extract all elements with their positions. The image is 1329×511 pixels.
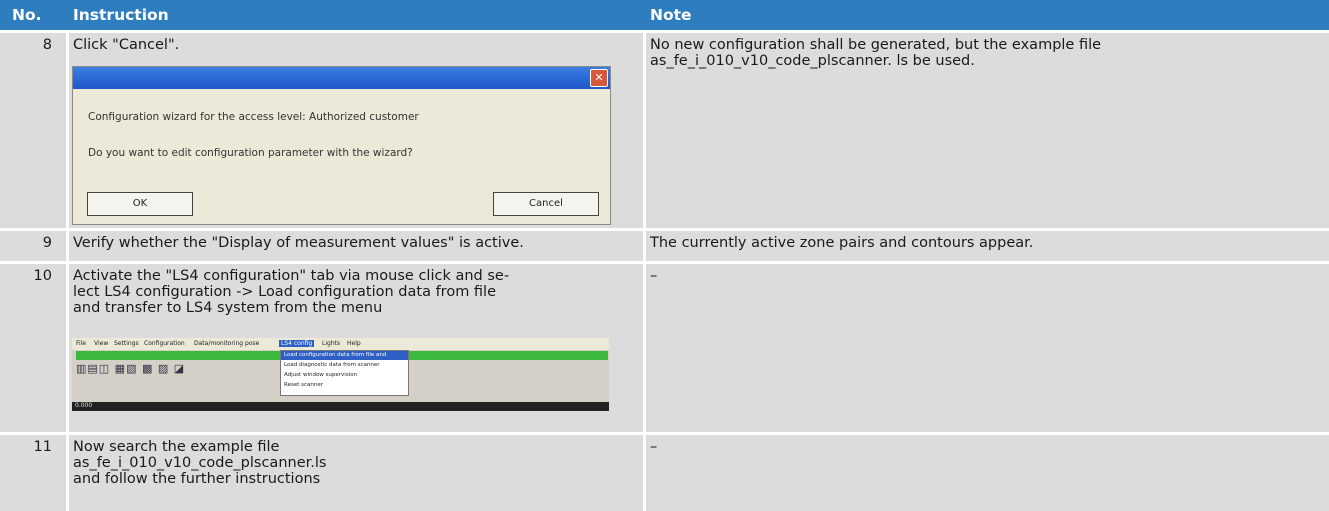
ok-button[interactable]: OK [87,192,193,216]
dropdown-item-reset-scanner[interactable]: Reset scanner [284,381,323,390]
instruction-text: Activate the "LS4 configuration" tab via… [73,268,510,316]
header-instruction: Instruction [73,6,169,24]
table-row: 8 Click "Cancel". ✕ Configuration wizard… [0,33,1329,228]
instruction-text: Click "Cancel". [73,37,180,53]
menu-screenshot: File View Settings Configuration Data/mo… [72,338,609,411]
note-text: – [650,439,658,455]
bottom-status-bar: 0.000 [72,402,609,411]
menu-item-ls4-config[interactable]: LS4 config [279,340,315,347]
header-no: No. [12,6,42,24]
note-text: The currently active zone pairs and cont… [650,235,1034,251]
status-value: 0.000 [75,402,93,409]
dropdown-item-load-diagnostic[interactable]: Load diagnostic data from scanner [284,361,380,370]
row-number: 11 [33,439,52,455]
dialog-message-1: Configuration wizard for the access leve… [88,111,419,123]
toolbar-icons: ▥▤◫ ▦▧ ▩ ▨ ◪ [76,362,186,375]
row-number: 8 [42,37,52,53]
dropdown-item-load-config[interactable]: Load configuration data from file and tr… [281,351,408,367]
menu-item-data-monitoring[interactable]: Data/monitoring pose [194,340,259,347]
menu-item-settings[interactable]: Settings [114,340,139,347]
menu-item-configuration[interactable]: Configuration [144,340,185,347]
table-row: 10 Activate the "LS4 configuration" tab … [0,264,1329,432]
menu-item-view[interactable]: View [94,340,108,347]
row-number: 9 [42,235,52,251]
row-number: 10 [33,268,52,284]
menu-bar: File View Settings Configuration Data/mo… [72,338,609,350]
instruction-text: Verify whether the "Display of measureme… [73,235,524,251]
table-header: No. Instruction Note [0,0,1329,30]
table-row: 11 Now search the example file as_fe_i_0… [0,435,1329,511]
green-status-bar [408,351,608,360]
table-row: 9 Verify whether the "Display of measure… [0,231,1329,261]
note-text: – [650,268,658,284]
dialog-screenshot: ✕ Configuration wizard for the access le… [72,66,611,225]
note-text: No new configuration shall be generated,… [650,37,1102,69]
instruction-text: Now search the example file as_fe_i_010_… [73,439,327,487]
menu-item-help[interactable]: Help [347,340,361,347]
cancel-button[interactable]: Cancel [493,192,599,216]
menu-item-file[interactable]: File [76,340,86,347]
menu-item-lights[interactable]: Lights [322,340,340,347]
dialog-titlebar: ✕ [73,67,610,89]
dropdown-item-window-supervision[interactable]: Adjust window supervision [284,371,357,380]
dialog-message-2: Do you want to edit configuration parame… [88,147,413,159]
header-note: Note [650,6,692,24]
close-icon[interactable]: ✕ [590,69,608,87]
green-status-bar [76,351,280,360]
dropdown-menu: Load configuration data from file and tr… [280,350,409,396]
